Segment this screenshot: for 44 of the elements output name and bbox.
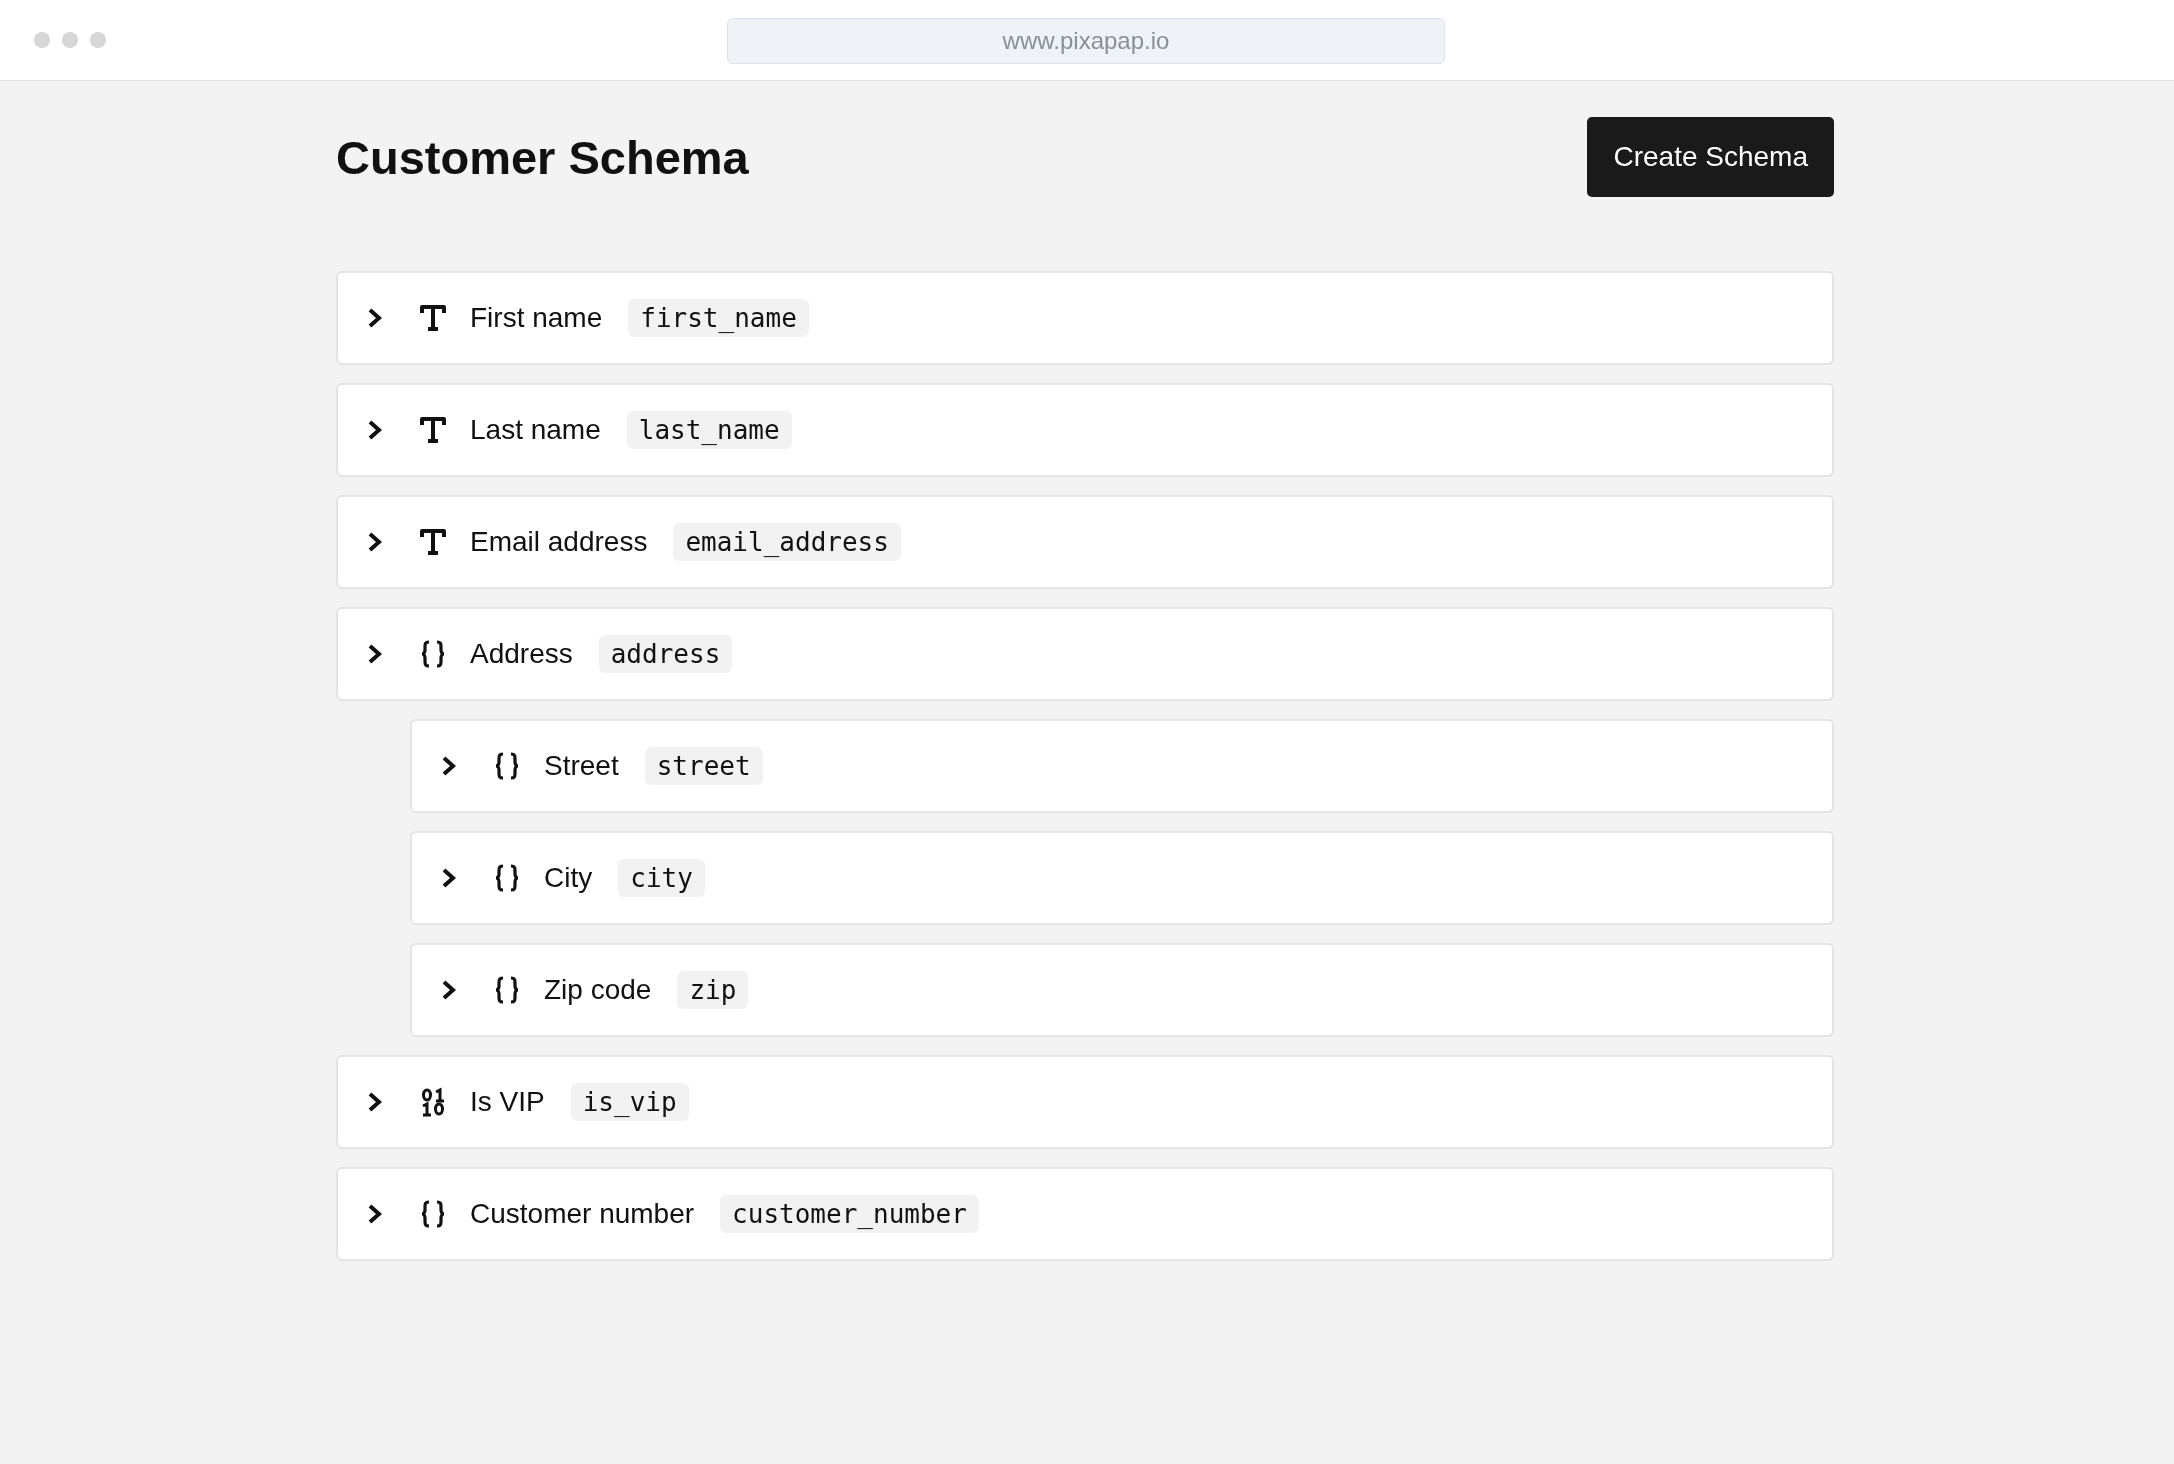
schema-field-row[interactable]: Street street <box>410 719 1834 813</box>
chevron-right-icon[interactable] <box>366 643 384 665</box>
chevron-right-icon[interactable] <box>440 979 458 1001</box>
schema-field-row[interactable]: Is VIP is_vip <box>336 1055 1834 1149</box>
create-schema-button[interactable]: Create Schema <box>1587 117 1834 197</box>
chevron-right-icon[interactable] <box>366 1203 384 1225</box>
schema-field-row[interactable]: Customer number customer_number <box>336 1167 1834 1261</box>
field-key: is_vip <box>570 1083 689 1121</box>
field-key: address <box>598 635 733 673</box>
window-dot[interactable] <box>34 32 50 48</box>
window-dot[interactable] <box>62 32 78 48</box>
schema-field-row[interactable]: Email address email_address <box>336 495 1834 589</box>
field-key: email_address <box>673 523 901 561</box>
field-label: Email address <box>470 526 648 558</box>
field-label: Address <box>470 638 573 670</box>
chevron-right-icon[interactable] <box>366 419 384 441</box>
field-key: city <box>618 859 705 897</box>
window-dot[interactable] <box>90 32 106 48</box>
chevron-right-icon[interactable] <box>440 755 458 777</box>
field-key: zip <box>677 971 749 1009</box>
field-label: Customer number <box>470 1198 695 1230</box>
schema-field-row[interactable]: First name first_name <box>336 271 1834 365</box>
field-key: last_name <box>626 411 792 449</box>
schema-field-row[interactable]: Address address <box>336 607 1834 701</box>
chevron-right-icon[interactable] <box>366 531 384 553</box>
text-type-icon <box>418 527 448 557</box>
text-type-icon <box>418 415 448 445</box>
chevron-right-icon[interactable] <box>366 1091 384 1113</box>
chevron-right-icon[interactable] <box>440 867 458 889</box>
field-label: Is VIP <box>470 1086 545 1118</box>
field-label: Zip code <box>544 974 652 1006</box>
page-title: Customer Schema <box>336 129 749 185</box>
chevron-right-icon[interactable] <box>366 307 384 329</box>
field-key: customer_number <box>720 1195 979 1233</box>
field-label: Last name <box>470 414 601 446</box>
field-key: first_name <box>628 299 809 337</box>
schema-field-row[interactable]: City city <box>410 831 1834 925</box>
field-key: street <box>644 747 763 785</box>
schema-field-row[interactable]: Last name last_name <box>336 383 1834 477</box>
schema-field-row[interactable]: Zip code zip <box>410 943 1834 1037</box>
field-label: City <box>544 862 593 894</box>
field-label: First name <box>470 302 603 334</box>
text-type-icon <box>418 303 448 333</box>
field-label: Street <box>544 750 619 782</box>
